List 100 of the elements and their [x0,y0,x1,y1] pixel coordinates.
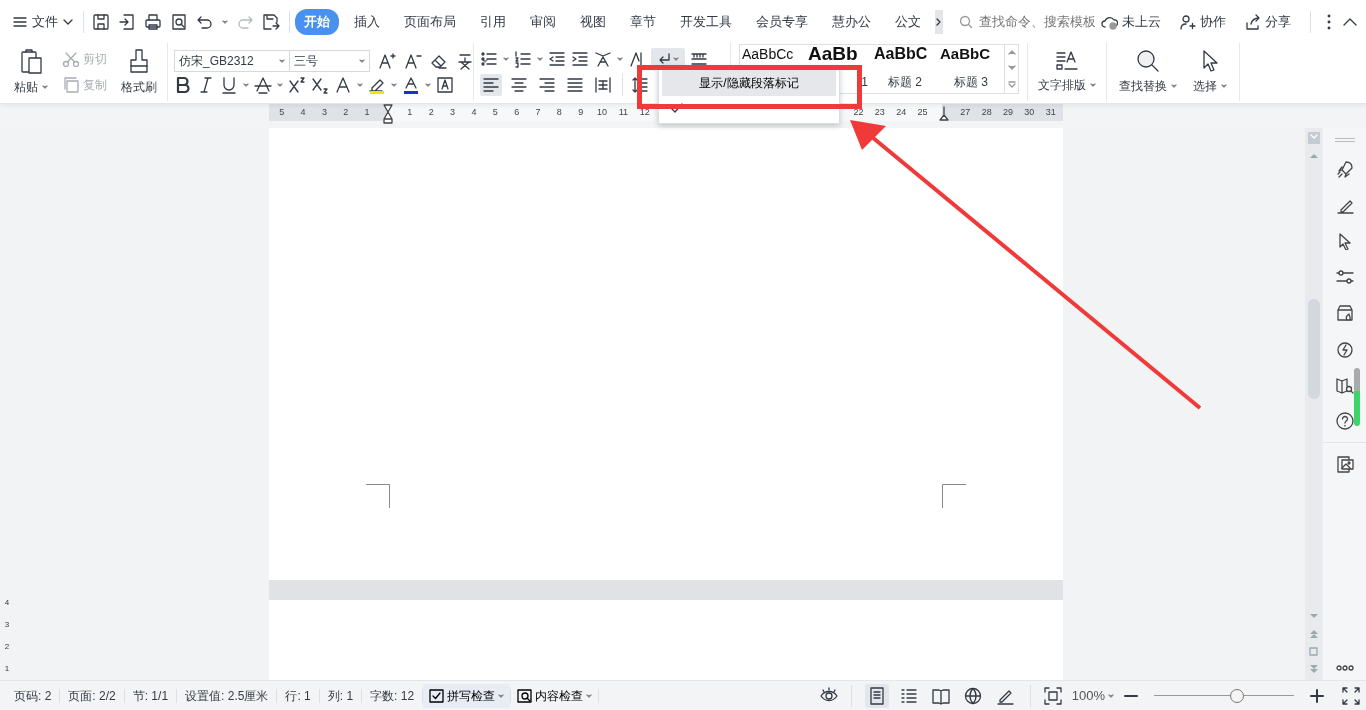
caret-icon[interactable] [482,58,488,64]
character-border-icon[interactable] [436,76,454,94]
more-vertical-icon[interactable] [1326,14,1332,30]
ruler-number: 12 [638,106,651,119]
pinyin-guide-icon[interactable] [456,52,474,70]
ruler-number: 1 [4,663,10,675]
print-icon[interactable] [144,13,163,31]
find-replace-button[interactable]: 查找替换 [1115,49,1181,95]
align-right-icon [538,76,556,94]
select-button[interactable]: 选择 [1189,49,1231,95]
ribbon-tab[interactable]: 开发工具 [670,9,741,35]
font-name-select[interactable]: 仿宋_GB2312 [174,50,290,72]
cloud-button[interactable]: 未上云 [1097,10,1165,34]
align-left-button[interactable] [480,74,502,96]
subscript-icon[interactable] [311,76,329,94]
bold-icon[interactable] [174,76,192,94]
drag-handle-icon[interactable] [1334,138,1355,142]
file-menu-button[interactable]: 文件 [8,10,78,34]
fullscreen-icon[interactable] [1342,686,1360,705]
ribbon-tab[interactable]: 公文 [885,9,930,35]
ruler-number: 2 [427,106,435,119]
paste-button[interactable]: 粘贴 [10,48,52,96]
underline-icon[interactable] [220,76,238,94]
table-grid-icon[interactable] [690,50,708,68]
save-icon[interactable] [92,13,111,31]
ribbon-tab[interactable]: 慧办公 [822,9,880,35]
image-gallery-icon[interactable] [1335,455,1354,473]
menu-item[interactable]: 显示/隐藏段落标记 [662,70,836,96]
menu-icon [12,14,28,30]
ribbon-tab[interactable]: 插入 [344,9,389,35]
sliders-icon[interactable] [1335,268,1354,286]
more-horizontal-icon[interactable] [1335,664,1354,672]
copy-icon [62,76,80,94]
ruler-number: 4 [470,106,478,119]
ruler-number: 2 [342,106,350,119]
bulleted-list-icon[interactable] [480,50,498,68]
rocket-icon[interactable] [1335,160,1354,178]
status-field: 页面: 2/2 [60,688,125,703]
file-menu-label: 文件 [32,13,58,32]
strikethrough-icon[interactable] [254,76,272,94]
ribbon-tab[interactable]: 章节 [620,9,665,35]
zoom-slider-track[interactable] [1154,688,1294,703]
ribbon-tab[interactable]: 会员专享 [746,9,817,35]
style-preset[interactable]: AaBbC 标题 2 [872,45,938,93]
checkbox-icon [429,687,445,704]
indent-marker-icon[interactable] [383,104,394,124]
ribbon-tab[interactable]: 审阅 [520,9,565,35]
text-effect-icon[interactable] [334,76,352,94]
grow-font-icon[interactable] [378,52,396,70]
ruler-number: 4 [4,597,10,609]
ruler-number: 2 [4,641,10,653]
align-left-icon [482,76,500,94]
chinese-layout-icon[interactable] [594,50,612,68]
zoom-in-icon[interactable] [1310,688,1324,703]
style-sample: AaBbC [873,45,929,63]
ruler-number: 28 [980,106,993,119]
document-search-icon [517,687,533,704]
save-as-icon[interactable] [262,13,281,31]
export-icon[interactable] [118,13,137,31]
fit-page-icon[interactable] [1043,686,1062,705]
ruler-number: 1 [406,106,414,119]
ribbon-tab[interactable]: 引用 [470,9,515,35]
shrink-font-icon[interactable] [404,52,422,70]
reading-view-icon [931,686,950,705]
ribbon-tab[interactable]: 视图 [570,9,615,35]
zoom-level-select[interactable]: 100% [1069,685,1116,706]
shop-icon[interactable] [1335,304,1354,322]
lightbulb-icon[interactable] [1335,340,1354,358]
chevron-right-icon [935,17,943,27]
status-field: 列: 1 [319,688,363,703]
text-layout-button[interactable]: 文字排版 [1034,50,1100,94]
ribbon-tab[interactable]: 页面布局 [394,9,465,35]
tabs-scroll-button[interactable] [935,10,943,34]
increase-indent-icon[interactable] [571,50,589,68]
numbered-list-icon[interactable] [514,50,532,68]
format-painter-button[interactable]: 格式刷 [117,48,161,96]
decrease-indent-icon[interactable] [548,50,566,68]
outline-view-icon [899,686,918,705]
superscript-icon[interactable] [288,76,306,94]
help-icon[interactable] [1335,412,1354,430]
crop-mark-icon [942,484,966,508]
tab-marker-icon[interactable] [938,106,949,121]
style-preset[interactable]: AaBbC 标题 3 [938,45,1004,93]
ruler-number: 23 [873,106,886,119]
book-search-icon[interactable] [1335,376,1354,394]
ruler-number: 3 [4,619,10,631]
page-view-button[interactable] [864,683,889,708]
share-button[interactable]: 分享 [1240,10,1295,34]
content-check-button[interactable]: 内容检查 [511,686,599,705]
spell-check-button[interactable]: 拼写检查 [423,683,511,708]
status-field: 行: 1 [277,688,320,703]
collab-button[interactable]: 协作 [1175,10,1230,34]
gallery-scroll-buttons[interactable] [1004,45,1018,93]
ruler-number: 8 [555,106,563,119]
zoom-slider-thumb[interactable] [1229,688,1244,703]
print-preview-icon[interactable] [170,13,189,31]
line-spacing-icon[interactable] [631,76,649,94]
font-color-icon[interactable] [402,76,420,94]
collapse-ribbon-icon[interactable] [1342,16,1358,28]
font-size-select[interactable]: 三号 [290,50,370,72]
